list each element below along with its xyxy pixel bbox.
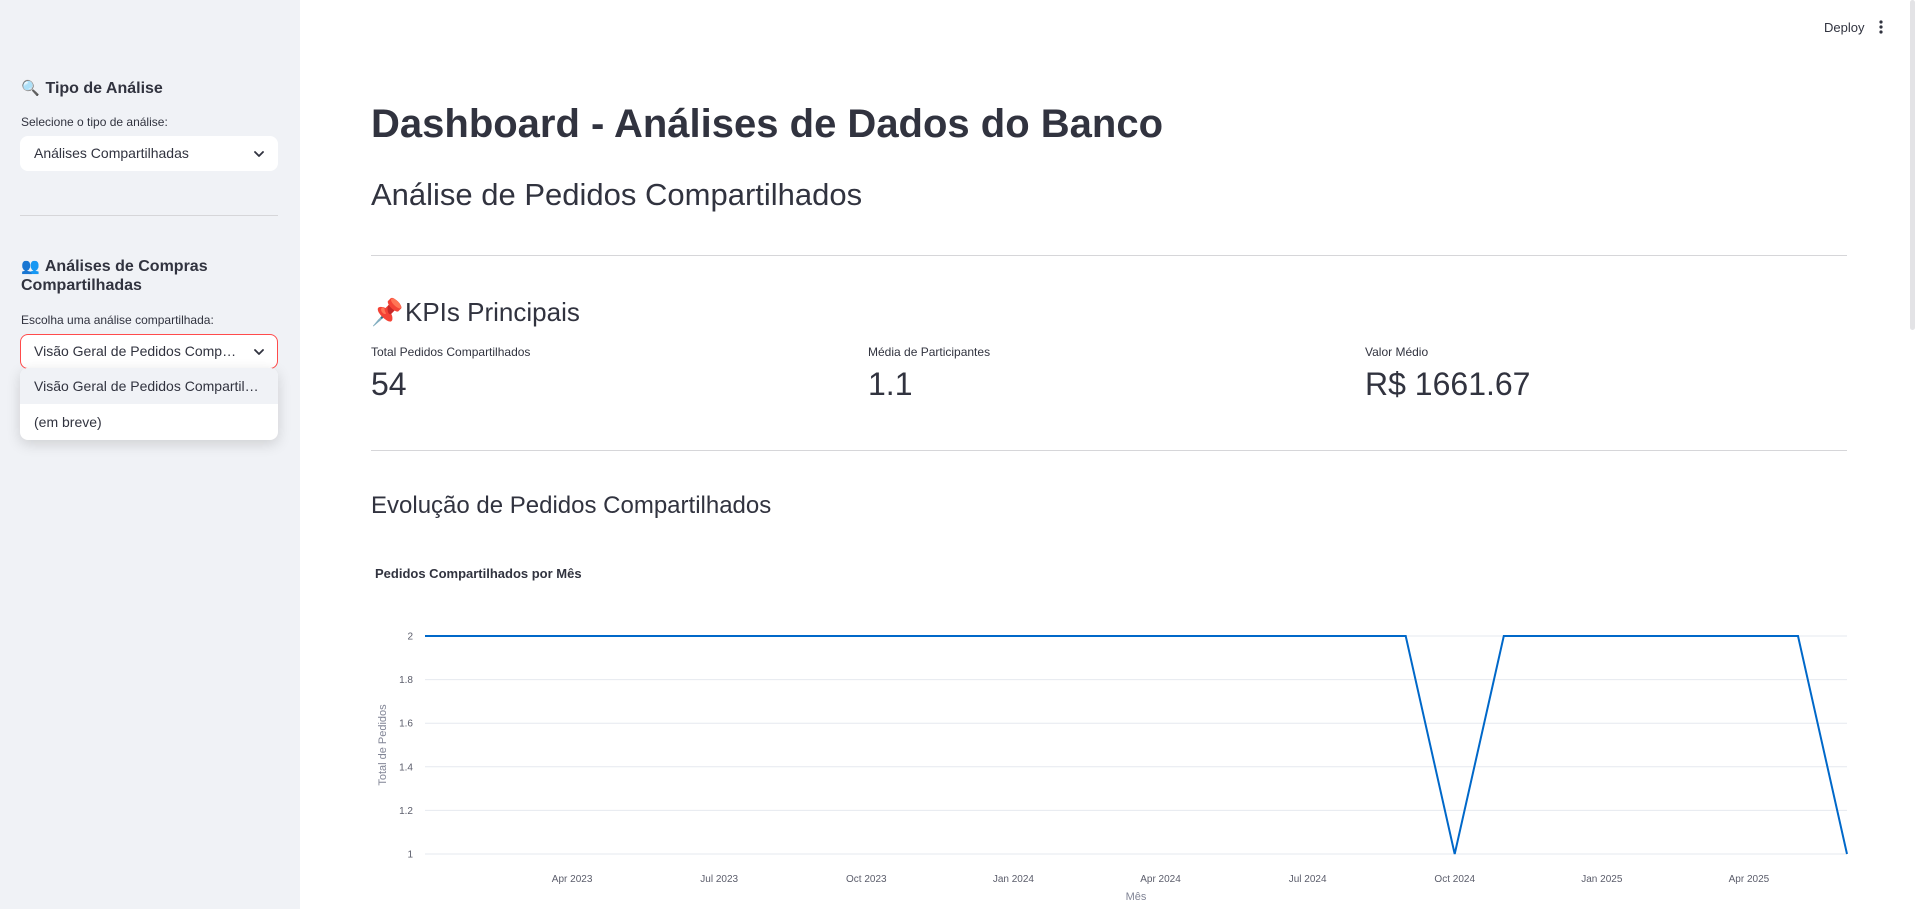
sidebar: 🔍 Tipo de Análise Selecione o tipo de an… (0, 0, 300, 909)
y-tick-label: 1 (407, 850, 413, 861)
shared-analysis-selected-value: Visão Geral de Pedidos Compartilhados (34, 343, 278, 359)
shared-analysis-select[interactable]: Visão Geral de Pedidos Compartilhados (20, 334, 278, 369)
kpi-label-participants: Média de Participantes (868, 345, 991, 359)
series-line (425, 635, 1848, 855)
line-chart: 1 1.2 1.4 1.6 1.8 2 Apr 2023 Jul 2023 Oct 2023 Ja… (377, 632, 1848, 903)
x-tick-label: Apr 2024 (1140, 874, 1181, 885)
evolution-heading: Evolução de Pedidos Compartilhados (371, 492, 772, 519)
section-divider-kpi (371, 450, 1847, 451)
sidebar-divider (20, 215, 278, 216)
analysis-type-title: Tipo de Análise (45, 80, 163, 97)
analysis-type-heading: 🔍 Tipo de Análise (21, 79, 163, 98)
section-divider-top (371, 255, 1847, 256)
chevron-down-icon (254, 151, 264, 157)
chevron-down-icon (254, 349, 264, 355)
x-tick-label: Jan 2024 (993, 874, 1035, 885)
y-tick-label: 1.8 (399, 675, 413, 686)
page-scrollbar[interactable] (1910, 0, 1915, 330)
y-tick-label: 2 (407, 632, 413, 643)
pushpin-icon: 📌 (371, 297, 404, 327)
y-tick-label: 1.4 (399, 762, 413, 773)
y-tick-label: 1.2 (399, 806, 413, 817)
shared-analysis-dropdown: Visão Geral de Pedidos Compartilhados (e… (20, 368, 278, 440)
y-tick-label: 1.6 (399, 719, 413, 730)
x-tick-label: Jul 2023 (700, 874, 738, 885)
x-tick-label: Apr 2025 (1729, 874, 1770, 885)
shared-analysis-title-line1: Análises de Compras (44, 258, 208, 275)
shared-analysis-title-line2: Compartilhadas (21, 277, 142, 294)
x-tick-label: Jan 2025 (1581, 874, 1623, 885)
shared-analysis-label: Escolha uma análise compartilhada: (21, 313, 214, 327)
y-axis-label: Total de Pedidos (377, 704, 389, 786)
dropdown-option-coming-soon[interactable]: (em breve) (20, 404, 278, 440)
analysis-type-selected-value: Análises Compartilhadas (34, 145, 189, 161)
kpi-label-average-value: Valor Médio (1365, 345, 1429, 359)
x-tick-label: Oct 2024 (1434, 874, 1475, 885)
kpi-heading: 📌KPIs Principais (371, 295, 580, 329)
vertical-dots-icon[interactable] (1878, 19, 1884, 35)
dropdown-option-overview[interactable]: Visão Geral de Pedidos Compartilhados (20, 368, 278, 404)
x-tick-label: Apr 2023 (552, 874, 593, 885)
kpi-value-average-value: R$ 1661.67 (1365, 366, 1531, 402)
magnifier-icon: 🔍 (21, 80, 40, 97)
analysis-type-label: Selecione o tipo de análise: (21, 115, 168, 129)
kpi-value-participants: 1.1 (868, 366, 913, 402)
shared-analysis-heading: 👥 Análises de Compras Compartilhadas (21, 257, 208, 295)
x-tick-label: Jul 2024 (1289, 874, 1327, 885)
page-subtitle: Análise de Pedidos Compartilhados (371, 177, 863, 212)
kpi-value-total: 54 (371, 366, 407, 402)
chart-title: Pedidos Compartilhados por Mês (375, 566, 582, 581)
kpi-label-total: Total Pedidos Compartilhados (371, 345, 531, 359)
people-icon: 👥 (21, 258, 40, 275)
x-tick-label: Oct 2023 (846, 874, 887, 885)
x-axis-label: Mês (1126, 891, 1147, 903)
deploy-button[interactable]: Deploy (1824, 20, 1864, 35)
analysis-type-select[interactable]: Análises Compartilhadas (20, 136, 278, 171)
kpi-title: KPIs Principais (405, 297, 580, 327)
page-title: Dashboard - Análises de Dados do Banco (371, 102, 1164, 146)
